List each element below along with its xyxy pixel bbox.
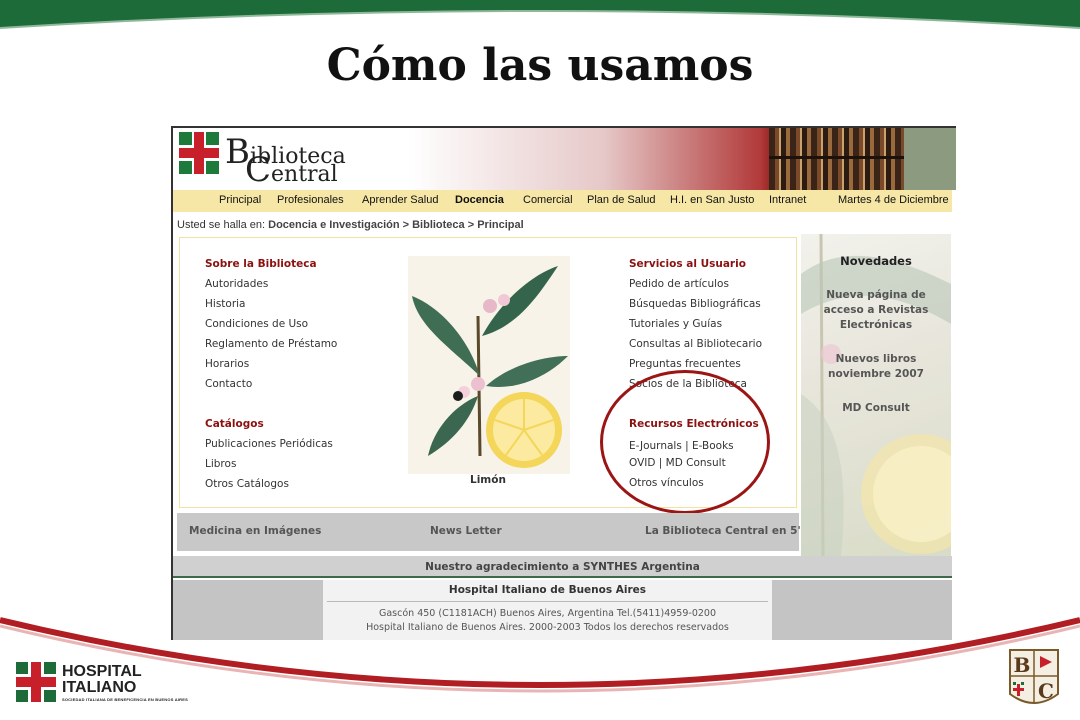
novedades-title: Novedades — [840, 254, 912, 268]
nav-intranet[interactable]: Intranet — [769, 194, 806, 206]
nav-plan-de-salud[interactable]: Plan de Salud — [587, 194, 656, 206]
bottom-links-bar: Medicina en Imágenes News Letter La Bibl… — [177, 513, 801, 551]
section-heading-sobre: Sobre la Biblioteca — [205, 258, 317, 270]
link-pedido-articulos[interactable]: Pedido de artículos — [629, 274, 762, 294]
nav-hi-san-justo[interactable]: H.I. en San Justo — [670, 194, 754, 206]
highlight-circle — [600, 370, 770, 514]
left-link-column: Sobre la Biblioteca Autoridades Historia… — [205, 254, 337, 494]
link-news-letter[interactable]: News Letter — [430, 525, 502, 537]
link-autoridades[interactable]: Autoridades — [205, 274, 337, 294]
site-header: Biblioteca Central — [173, 128, 956, 190]
footer-address: Gascón 450 (C1181ACH) Buenos Aires, Arge… — [379, 608, 716, 619]
thanks-bar: Nuestro agradecimiento a SYNTHES Argenti… — [173, 556, 952, 578]
hospital-logo-line2: ITALIANO — [62, 679, 137, 696]
column-spacer — [205, 394, 337, 414]
logo-word-central: entral — [271, 162, 338, 187]
link-reglamento[interactable]: Reglamento de Préstamo — [205, 334, 337, 354]
link-consultas[interactable]: Consultas al Bibliotecario — [629, 334, 762, 354]
cross-logo-icon — [179, 132, 219, 174]
breadcrumb-prefix: Usted se halla en: — [177, 219, 266, 231]
link-publicaciones[interactable]: Publicaciones Periódicas — [205, 434, 337, 454]
footer-divider — [327, 601, 768, 602]
link-horarios[interactable]: Horarios — [205, 354, 337, 374]
main-nav: Principal Profesionales Aprender Salud D… — [173, 190, 952, 212]
nav-principal[interactable]: Principal — [219, 194, 261, 206]
footer: Hospital Italiano de Buenos Aires Gascón… — [323, 580, 772, 640]
nav-aprender-salud[interactable]: Aprender Salud — [362, 194, 438, 206]
bookshelf-photo — [769, 128, 904, 190]
image-caption: Limón — [470, 474, 506, 486]
footer-title: Hospital Italiano de Buenos Aires — [448, 584, 647, 596]
nav-profesionales[interactable]: Profesionales — [277, 194, 344, 206]
nav-date: Martes 4 de Diciembre — [838, 194, 949, 206]
link-libros[interactable]: Libros — [205, 454, 337, 474]
novedades-panel: Novedades Nueva página de acceso a Revis… — [801, 234, 951, 556]
novedad-revistas[interactable]: Nueva página de acceso a Revistas Electr… — [811, 288, 941, 333]
link-condiciones[interactable]: Condiciones de Uso — [205, 314, 337, 334]
bc-letter-c: C — [1038, 679, 1054, 703]
link-biblioteca-5[interactable]: La Biblioteca Central en 5' — [645, 525, 801, 537]
biblioteca-central-crest-icon: B C — [1009, 649, 1059, 704]
section-heading-catalogos: Catálogos — [205, 418, 264, 430]
link-otros-catalogos[interactable]: Otros Catálogos — [205, 474, 337, 494]
bookshelf-divider — [769, 156, 904, 159]
breadcrumb-path[interactable]: Docencia e Investigación > Biblioteca > … — [268, 219, 524, 231]
lemon-illustration — [408, 256, 570, 474]
novedad-md-consult[interactable]: MD Consult — [811, 401, 941, 416]
nav-comercial[interactable]: Comercial — [523, 194, 573, 206]
website-screenshot: Biblioteca Central Principal Profesional… — [171, 126, 956, 640]
link-tutoriales[interactable]: Tutoriales y Guías — [629, 314, 762, 334]
novedad-libros[interactable]: Nuevos libros noviembre 2007 — [811, 352, 941, 382]
slide-top-arc — [0, 0, 1080, 29]
slide-title: Cómo las usamos — [326, 40, 754, 91]
link-contacto[interactable]: Contacto — [205, 374, 337, 394]
bc-letter-b: B — [1014, 653, 1031, 677]
link-historia[interactable]: Historia — [205, 294, 337, 314]
lemon-watermark-illustration — [801, 234, 951, 556]
breadcrumb: Usted se halla en: Docencia e Investigac… — [177, 219, 524, 231]
footer-copyright: Hospital Italiano de Buenos Aires. 2000-… — [366, 622, 729, 633]
section-heading-servicios: Servicios al Usuario — [629, 258, 746, 270]
logo-initial-c: C — [245, 150, 272, 190]
nav-docencia[interactable]: Docencia — [455, 194, 504, 206]
hospital-cross-icon — [16, 662, 56, 702]
link-busquedas[interactable]: Búsquedas Bibliográficas — [629, 294, 762, 314]
header-green-panel — [904, 128, 956, 190]
hospital-logo-line3: SOCIEDAD ITALIANA DE BENEFICENCIA EN BUE… — [62, 697, 188, 702]
link-medicina-imagenes[interactable]: Medicina en Imágenes — [189, 525, 321, 537]
